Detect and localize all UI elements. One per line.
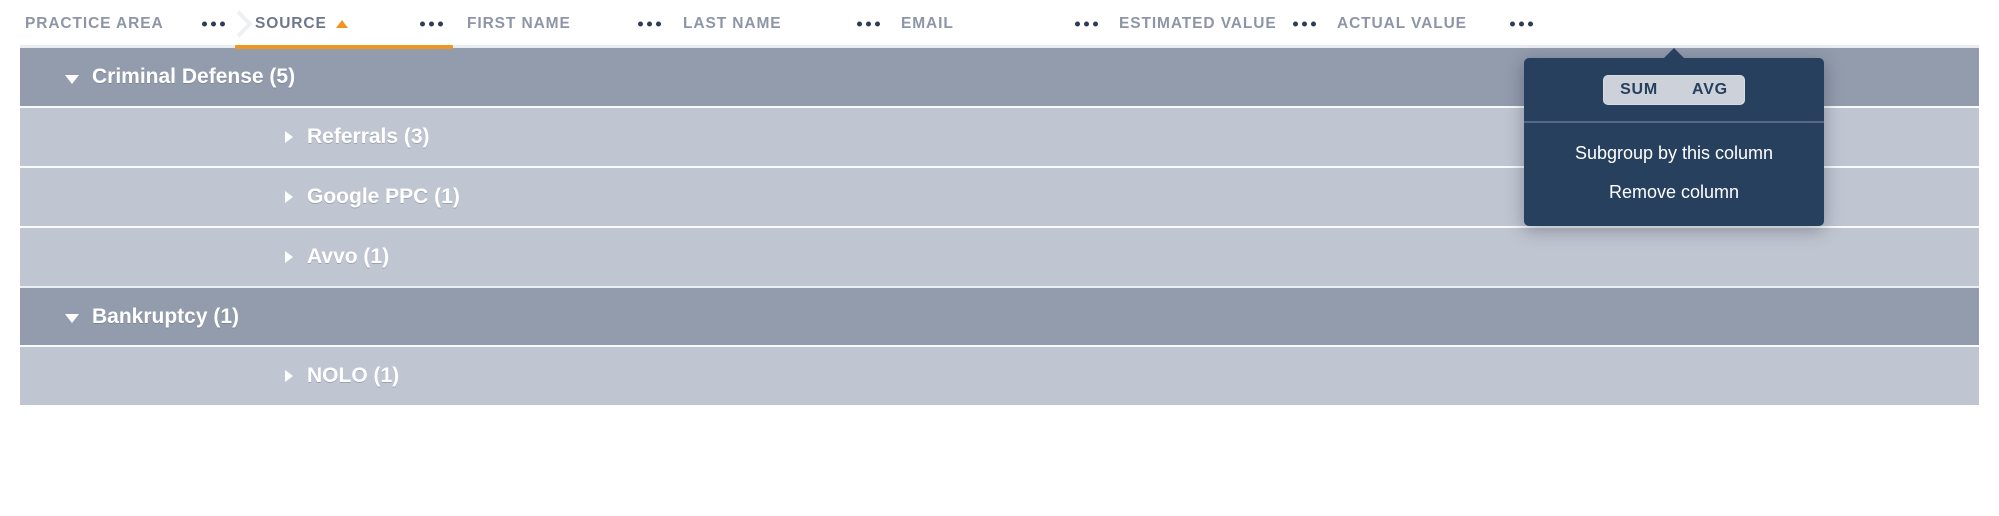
column-menu-ellipsis-icon-practice-area[interactable] — [202, 21, 225, 27]
subgroup-row-source[interactable]: Referrals (3) — [285, 125, 430, 149]
column-menu-ellipsis-icon-email[interactable] — [1075, 21, 1098, 27]
column-header-email-label: EMAIL — [901, 15, 954, 32]
aggregate-toggle-group: SUM AVG — [1524, 58, 1824, 123]
sort-ascending-caret-icon[interactable] — [335, 20, 348, 28]
column-header-email[interactable]: EMAIL — [886, 0, 1104, 48]
table-row[interactable]: Avvo (1) — [20, 226, 1979, 286]
menu-item-remove-column[interactable]: Remove column — [1524, 173, 1824, 212]
group-row-label: Bankruptcy (1) — [92, 304, 240, 328]
lead-grid-screen: PRACTICE AREA SOURCE FIRST NAME LAST NAM… — [0, 0, 1999, 516]
caret-right-icon[interactable] — [285, 131, 293, 143]
menu-item-subgroup-by-this-column[interactable]: Subgroup by this column — [1524, 134, 1824, 173]
column-header-estimated-value-label: ESTIMATED VALUE — [1119, 15, 1277, 32]
column-menu-ellipsis-icon-first-name[interactable] — [638, 21, 661, 27]
caret-right-icon[interactable] — [285, 370, 293, 382]
subgroup-row-label: NOLO (1) — [307, 364, 400, 387]
aggregate-segmented-control[interactable]: SUM AVG — [1603, 74, 1745, 105]
aggregate-sum-button[interactable]: SUM — [1603, 75, 1675, 105]
column-context-menu[interactable]: SUM AVG Subgroup by this column Remove c… — [1524, 48, 1824, 226]
column-header-actual-value[interactable]: ACTUAL VALUE — [1322, 0, 1540, 48]
column-menu-ellipsis-icon-estimated-value[interactable] — [1293, 21, 1316, 27]
caret-down-icon[interactable] — [65, 74, 79, 84]
column-header-last-name[interactable]: LAST NAME — [668, 0, 886, 48]
table-header: PRACTICE AREA SOURCE FIRST NAME LAST NAM… — [0, 0, 1999, 49]
subgroup-row-source[interactable]: Avvo (1) — [285, 245, 389, 269]
subgroup-row-label: Google PPC (1) — [307, 185, 460, 208]
column-header-actual-value-label: ACTUAL VALUE — [1337, 15, 1467, 32]
subgroup-row-source[interactable]: NOLO (1) — [285, 364, 399, 388]
column-header-last-name-label: LAST NAME — [683, 15, 782, 32]
table-header-columns: PRACTICE AREA SOURCE FIRST NAME LAST NAM… — [20, 0, 1979, 48]
column-header-practice-area-label: PRACTICE AREA — [25, 15, 164, 32]
group-row-practice-area[interactable]: Criminal Defense (5) — [65, 65, 295, 89]
column-header-first-name[interactable]: FIRST NAME — [452, 0, 668, 48]
caret-right-icon[interactable] — [285, 251, 293, 263]
column-menu-item-list: Subgroup by this column Remove column — [1524, 123, 1824, 226]
caret-right-icon[interactable] — [285, 191, 293, 203]
column-header-source-label: SOURCE — [255, 15, 327, 32]
sorted-column-underline — [235, 45, 453, 49]
table-row[interactable]: NOLO (1) — [20, 345, 1979, 405]
group-row-practice-area[interactable]: Bankruptcy (1) — [65, 305, 239, 329]
caret-down-icon[interactable] — [65, 314, 79, 323]
menu-pointer-arrow-icon — [1663, 48, 1685, 59]
aggregate-avg-button[interactable]: AVG — [1675, 75, 1745, 105]
group-row-label: Criminal Defense (5) — [92, 65, 296, 88]
column-menu-ellipsis-icon-last-name[interactable] — [857, 21, 880, 27]
subgroup-row-label: Referrals (3) — [307, 125, 430, 148]
subgroup-row-label: Avvo (1) — [307, 245, 390, 268]
column-menu-ellipsis-icon-actual-value[interactable] — [1510, 21, 1533, 27]
subgroup-row-source[interactable]: Google PPC (1) — [285, 185, 460, 209]
column-header-estimated-value[interactable]: ESTIMATED VALUE — [1104, 0, 1322, 48]
column-menu-ellipsis-icon-source[interactable] — [420, 21, 443, 27]
column-header-first-name-label: FIRST NAME — [467, 15, 571, 32]
table-row[interactable]: Bankruptcy (1) — [20, 286, 1979, 345]
